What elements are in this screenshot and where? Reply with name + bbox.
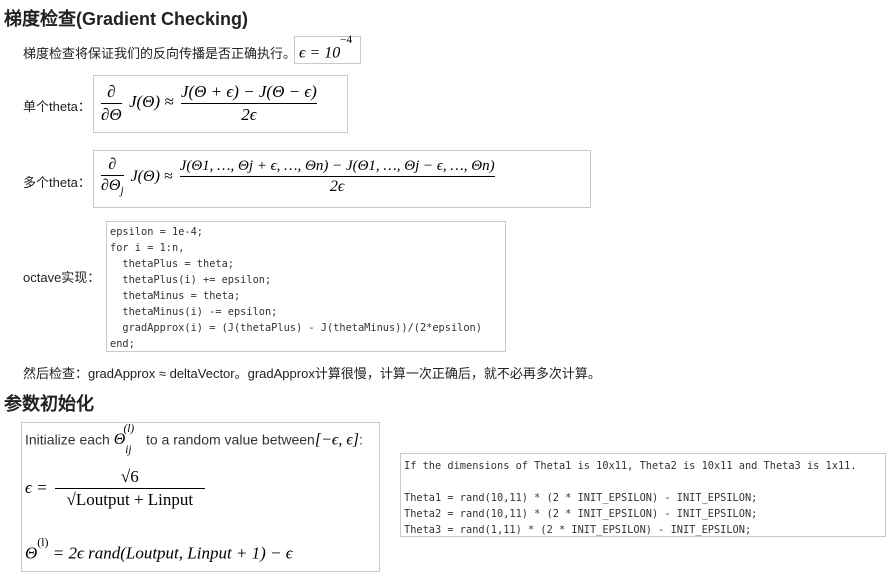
- epsilon-init-denominator: √Loutput + Linput: [66, 489, 194, 509]
- single-theta-formula-box: ∂ ∂Θ J(Θ) ≈ J(Θ + ϵ) − J(Θ − ϵ) 2ϵ: [93, 75, 348, 133]
- init-formula-box: Initialize each Θij(l) to a random value…: [21, 422, 380, 572]
- octave-label: octave实现：: [23, 270, 101, 285]
- colon: :: [358, 431, 363, 448]
- init-line: Initialize each Θij(l) to a random value…: [25, 423, 363, 456]
- single-theta-fraction: J(Θ + ϵ) − J(Θ − ϵ) 2ϵ: [180, 82, 317, 124]
- multi-theta-formula-box: ∂ ∂Θj J(Θ) ≈ J(Θ1, …, Θj + ϵ, …, Θn) − J(…: [93, 150, 591, 208]
- theta-init-code: If the dimensions of Theta1 is 10x11, Th…: [404, 460, 857, 536]
- octave-code: epsilon = 1e-4; for i = 1:n, thetaPlus =…: [110, 226, 482, 350]
- interval: [−ϵ, ϵ]: [314, 431, 359, 449]
- epsilon-init-fraction: √6 √Loutput + Linput: [54, 467, 205, 509]
- single-theta-label: 单个theta：: [23, 99, 91, 114]
- multi-theta-denominator: 2ϵ: [329, 178, 345, 196]
- init-text-2: to a random value between: [145, 431, 315, 448]
- partial-derivative: ∂ ∂Θ: [101, 82, 122, 124]
- single-theta-lhs: J(Θ) ≈: [128, 91, 174, 111]
- section-heading-gradient-checking: 梯度检查(Gradient Checking): [4, 9, 249, 29]
- theta-init-rhs: = 2ϵ rand(Loutput, Linput + 1) − ϵ: [52, 543, 293, 563]
- epsilon-init-formula: ϵ = √6 √Loutput + Linput: [25, 467, 208, 509]
- partial-derivative-j: ∂ ∂Θj: [101, 156, 124, 198]
- section-heading-param-init: 参数初始化: [4, 394, 94, 414]
- single-theta-numerator: J(Θ + ϵ) − J(Θ − ϵ): [180, 82, 317, 101]
- theta-init-code-block: If the dimensions of Theta1 is 10x11, Th…: [400, 453, 886, 537]
- intro-text: 梯度检查将保证我们的反向传播是否正确执行。: [23, 46, 297, 61]
- theta-ij: Θij(l): [113, 423, 135, 456]
- after-check-text: 然后检查：gradApprox ≈ deltaVector。gradApprox…: [23, 366, 601, 381]
- theta-init-formula: Θ(l) = 2ϵ rand(Loutput, Linput + 1) − ϵ: [25, 535, 293, 563]
- multi-theta-numerator: J(Θ1, …, Θj + ϵ, …, Θn) − J(Θ1, …, Θj − …: [179, 157, 495, 174]
- init-text: Initialize each: [25, 431, 110, 448]
- epsilon-exponent: −4: [340, 34, 353, 46]
- octave-code-block: epsilon = 1e-4; for i = 1:n, thetaPlus =…: [106, 221, 506, 352]
- multi-theta-label: 多个theta：: [23, 175, 91, 190]
- epsilon-formula: ϵ = 10: [299, 44, 341, 62]
- article-page: 梯度检查(Gradient Checking) 梯度检查将保证我们的反向传播是否…: [0, 0, 891, 573]
- epsilon-formula-box: ϵ = 10−4: [294, 34, 361, 64]
- multi-theta-fraction: J(Θ1, …, Θj + ϵ, …, Θn) − J(Θ1, …, Θj − …: [179, 157, 495, 197]
- epsilon-init-numerator: √6: [120, 467, 139, 486]
- single-theta-denominator: 2ϵ: [241, 104, 257, 124]
